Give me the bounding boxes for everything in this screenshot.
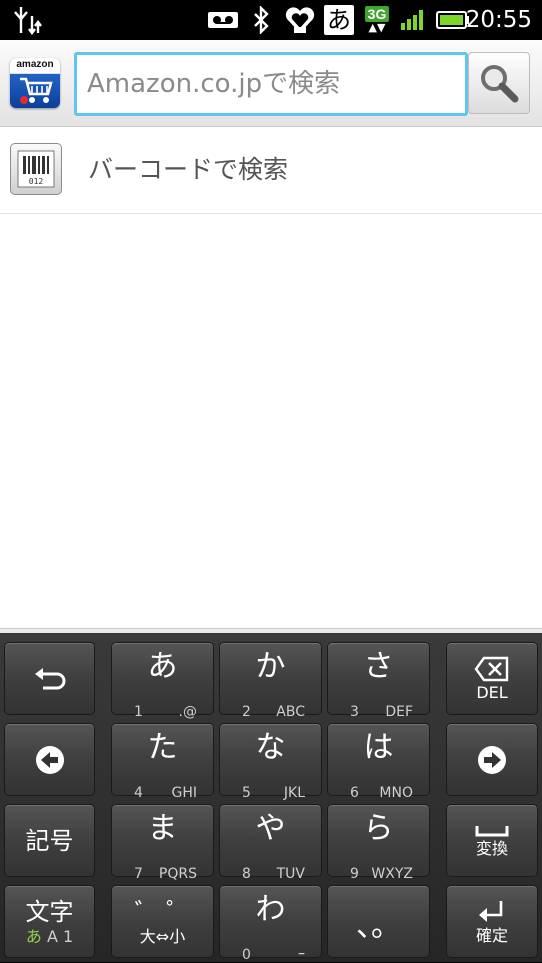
- key-number: 7: [134, 866, 143, 882]
- key-letters: MNO: [379, 785, 413, 801]
- left-arrow-icon: [35, 745, 64, 774]
- key-number: 0: [242, 947, 251, 963]
- key-letters: TUV: [276, 866, 305, 882]
- barcode-icon: 012: [10, 143, 62, 195]
- key-letters: JKL: [283, 785, 305, 801]
- case-toggle-label: 大⇔小: [139, 926, 186, 946]
- input-mode-label: 文字: [25, 897, 74, 926]
- amazon-app-icon[interactable]: amazon: [10, 58, 60, 108]
- barcode-search-label: バーコードで検索: [88, 155, 289, 184]
- status-bar: あ 3G ▲▼ 20:55: [0, 0, 542, 40]
- key-na[interactable]: な 5 JKL: [219, 723, 322, 801]
- key-number: 2: [242, 704, 251, 720]
- magnifier-icon: [481, 65, 519, 103]
- key-letters: DEF: [385, 704, 413, 720]
- enter-icon: [479, 900, 503, 922]
- cart-icon: [20, 77, 53, 104]
- key-ya[interactable]: や 8 TUV: [219, 804, 322, 882]
- delete-label: DEL: [476, 682, 508, 702]
- ime-icon: あ: [322, 0, 356, 40]
- key-main-label: わ: [255, 892, 286, 927]
- key-number: 3: [350, 704, 359, 720]
- search-field[interactable]: [74, 52, 468, 116]
- key-ma[interactable]: ま 7 PQRS: [111, 804, 214, 882]
- usb-debug-icon: [10, 0, 44, 40]
- dakuten-label: ゛ ゜: [134, 897, 191, 926]
- key-ha[interactable]: は 6 MNO: [327, 723, 430, 801]
- 3g-icon: 3G ▲▼: [360, 0, 394, 40]
- undo-key[interactable]: [4, 642, 95, 715]
- symbol-label: 記号: [25, 826, 74, 855]
- left-arrow-key[interactable]: [4, 723, 95, 796]
- key-ka[interactable]: か 2 ABC: [219, 642, 322, 720]
- input-mode-active: あ: [25, 926, 42, 946]
- key-sa[interactable]: さ 3 DEF: [327, 642, 430, 720]
- search-input[interactable]: [87, 55, 457, 113]
- japanese-keyboard: あ 1 .@ か 2 ABC さ 3 DEF DEL た 4 GHI な 5 JKL は …: [0, 633, 542, 963]
- key-letters: WXYZ: [371, 866, 413, 882]
- key-number: 4: [134, 785, 143, 801]
- key-main-label: ら: [363, 811, 394, 846]
- amazon-logo-text: amazon: [10, 58, 60, 74]
- undo-arrow-icon: [34, 667, 65, 689]
- input-mode-others: A 1: [46, 926, 74, 946]
- key-ra[interactable]: ら 9 WXYZ: [327, 804, 430, 882]
- key-main-label: か: [255, 649, 286, 684]
- key-number: 9: [350, 866, 359, 882]
- network-type-label: 3G: [364, 6, 390, 22]
- key-letters: GHI: [171, 785, 197, 801]
- search-button[interactable]: [468, 52, 530, 114]
- key-number: 5: [242, 785, 251, 801]
- backspace-icon: [474, 656, 509, 681]
- key-number: 8: [242, 866, 251, 882]
- key-main-label: は: [363, 730, 394, 765]
- key-letters: ABC: [276, 704, 305, 720]
- right-arrow-icon: [478, 745, 506, 774]
- dakuten-key[interactable]: ゛ ゜ 大⇔小: [111, 885, 214, 958]
- heart-icon: [282, 0, 318, 40]
- space-convert-key[interactable]: 変換: [446, 804, 538, 877]
- input-mode-key[interactable]: 文字 あ A 1: [4, 885, 95, 958]
- key-main-label: た: [147, 730, 178, 765]
- key-number: 1: [134, 704, 143, 720]
- delete-key[interactable]: DEL: [446, 642, 538, 715]
- key-main-label: さ: [363, 649, 394, 684]
- voicemail-icon: [206, 0, 240, 40]
- key-main-label: な: [255, 730, 286, 765]
- key-main-label: や: [255, 811, 286, 846]
- convert-label: 変換: [475, 838, 508, 858]
- punctuation-label: 、。: [356, 908, 401, 944]
- space-icon: [475, 825, 509, 836]
- key-letters: .@: [178, 704, 197, 720]
- enter-key[interactable]: 確定: [446, 885, 538, 958]
- signal-icon: [398, 0, 428, 40]
- key-main-label: あ: [147, 649, 178, 684]
- right-arrow-key[interactable]: [446, 723, 538, 796]
- key-main-label: ま: [147, 811, 178, 846]
- key-number: 6: [350, 785, 359, 801]
- status-clock: 20:55: [465, 7, 532, 33]
- ime-indicator: あ: [324, 5, 354, 35]
- symbol-key[interactable]: 記号: [4, 804, 95, 877]
- key-a[interactable]: あ 1 .@: [111, 642, 214, 720]
- key-letters: PQRS: [158, 866, 197, 882]
- punctuation-key[interactable]: 、。: [327, 885, 430, 958]
- confirm-label: 確定: [475, 925, 508, 945]
- search-bar: amazon: [0, 40, 542, 127]
- bluetooth-icon: [248, 0, 274, 40]
- key-ta[interactable]: た 4 GHI: [111, 723, 214, 801]
- barcode-search-item[interactable]: 012 バーコードで検索: [0, 127, 542, 214]
- key-wa[interactable]: わ 0 ｰ: [219, 885, 322, 963]
- amazon-search-screen: amazon 012: [0, 40, 542, 633]
- svg-text:012: 012: [29, 177, 44, 186]
- key-letters: ｰ: [298, 947, 305, 963]
